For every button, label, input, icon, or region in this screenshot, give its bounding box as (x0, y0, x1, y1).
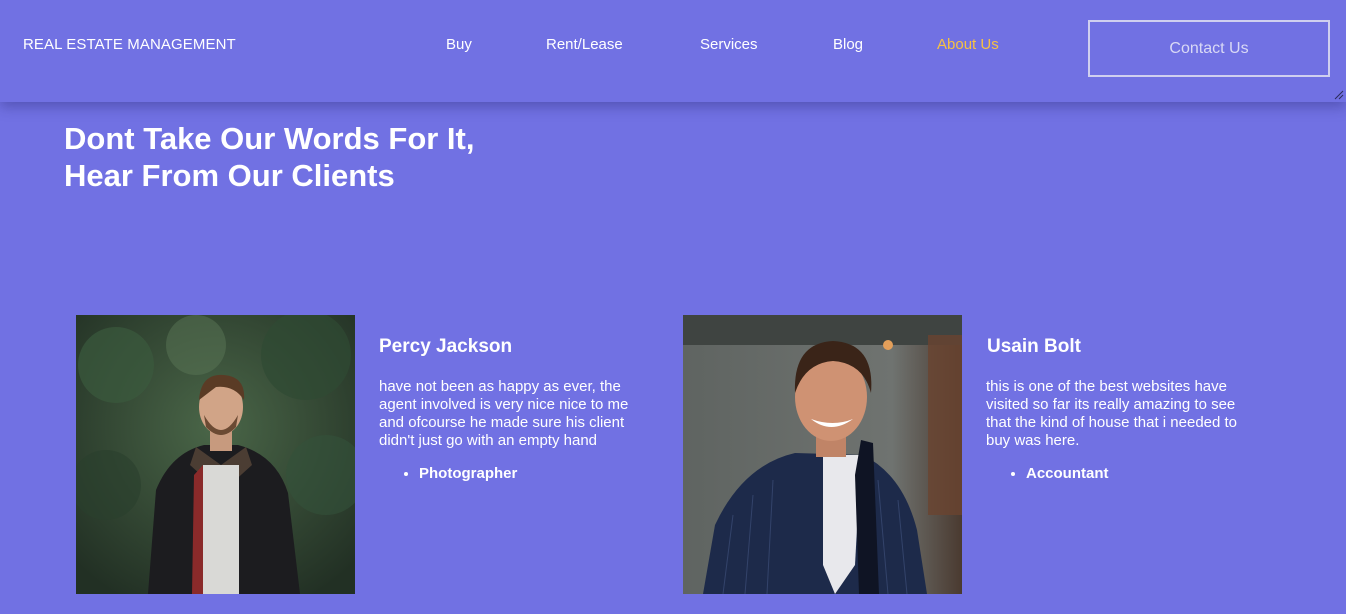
nav-link-rent-lease[interactable]: Rent/Lease (546, 36, 623, 53)
nav-link-services[interactable]: Services (700, 36, 758, 53)
contact-us-button[interactable]: Contact Us (1088, 20, 1330, 77)
heading-line-1: Dont Take Our Words For It, (64, 121, 475, 156)
testimonial-role-list: Photographer (379, 465, 517, 482)
testimonial-role: Accountant (1026, 465, 1109, 482)
navbar: REAL ESTATE MANAGEMENT Buy Rent/Lease Se… (0, 0, 1346, 102)
nav-link-buy[interactable]: Buy (446, 36, 472, 53)
nav-link-about-us[interactable]: About Us (937, 36, 999, 53)
section-heading: Dont Take Our Words For It, Hear From Ou… (64, 120, 474, 194)
resize-handle-icon[interactable] (1334, 90, 1344, 100)
testimonial-name: Usain Bolt (987, 336, 1081, 357)
testimonial-text: have not been as happy as ever, the agen… (379, 378, 629, 449)
testimonial-name: Percy Jackson (379, 336, 513, 357)
nav-link-blog[interactable]: Blog (833, 36, 863, 53)
brand-logo[interactable]: REAL ESTATE MANAGEMENT (23, 36, 236, 53)
testimonial-text: this is one of the best websites have vi… (986, 378, 1238, 449)
heading-line-2: Hear From Our Clients (64, 158, 395, 193)
testimonial-role-list: Accountant (986, 465, 1109, 482)
client-photo-usain (683, 315, 962, 594)
client-photo-percy (76, 315, 355, 594)
testimonial-role: Photographer (419, 465, 517, 482)
